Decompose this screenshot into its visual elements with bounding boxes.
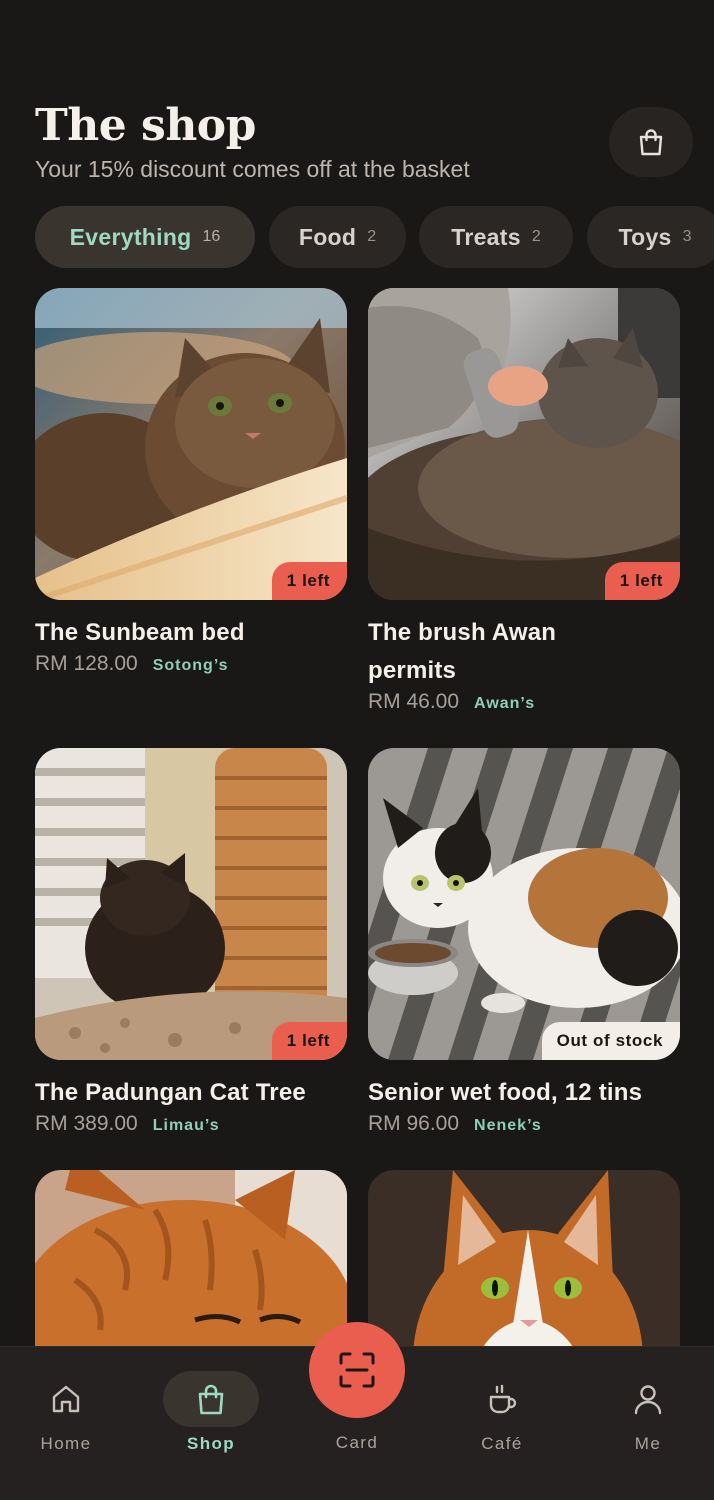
shopping-bag-icon [198,1384,224,1415]
price-row: RM 389.00 Limau’s [35,1112,220,1136]
nav-item-home[interactable]: Home [11,1347,121,1500]
person-icon [634,1385,662,1415]
product-photo: Out of stock [368,748,680,1060]
price-row: RM 46.00 Awan’s [368,690,535,714]
chip-count: 2 [367,228,377,245]
home-icon [52,1385,80,1413]
product-photo: 1 left [35,748,347,1060]
product-maker: Nenek’s [474,1117,542,1134]
page-title: The shop [35,100,256,151]
chip-label: Toys [618,223,672,250]
nav-label: Café [481,1434,523,1453]
nav-label: Home [40,1434,92,1453]
product-maker: Sotong’s [152,657,229,674]
product-photo: 1 left [35,288,347,600]
product-title: The brush Awan permits [368,619,557,684]
product-price: RM 389.00 [35,1112,138,1135]
category-chips: Everything 16 Food 2 Treats 2 Toys 3 [35,206,714,268]
chip-count: 16 [202,228,221,245]
page-subtitle: Your 15% discount comes off at the baske… [35,156,470,182]
product-photo: 1 left [368,288,680,600]
product-price: RM 128.00 [35,652,138,675]
nav-item-me[interactable]: Me [593,1347,703,1500]
product-price: RM 96.00 [368,1112,460,1135]
product-title: The Sunbeam bed [35,619,245,646]
chip-toys[interactable]: Toys 3 [587,206,714,268]
card-scan-button[interactable] [309,1322,405,1418]
price-row: RM 128.00 Sotong’s [35,652,229,676]
stock-badge: 1 left [271,562,347,600]
scan-card-icon [339,1352,375,1388]
chip-label: Everything [69,223,192,250]
stock-badge: 1 left [271,1022,347,1060]
nav-item-cafe[interactable]: Café [447,1347,557,1500]
nav-label: Card [335,1433,379,1452]
nav-label: Me [634,1434,662,1453]
chip-treats[interactable]: Treats 2 [419,206,573,268]
chip-everything[interactable]: Everything 16 [35,206,255,268]
basket-button[interactable] [609,107,693,177]
product-maker: Limau’s [152,1117,220,1134]
chip-count: 2 [531,228,541,245]
shopping-bag-icon [639,129,663,156]
product-price: RM 46.00 [368,690,460,713]
product-title: Senior wet food, 12 tins [368,1079,643,1106]
chip-label: Food [298,223,357,250]
nav-label: Shop [186,1434,236,1453]
chip-food[interactable]: Food 2 [269,206,406,268]
chip-label: Treats [451,223,521,250]
product-maker: Awan’s [474,695,536,712]
stock-badge: 1 left [604,562,680,600]
product-title: The Padungan Cat Tree [35,1079,306,1106]
stock-badge: Out of stock [541,1022,680,1060]
coffee-cup-icon [489,1384,517,1414]
price-row: RM 96.00 Nenek’s [368,1112,542,1136]
chip-count: 3 [682,228,692,245]
nav-item-shop[interactable]: Shop [156,1347,266,1500]
